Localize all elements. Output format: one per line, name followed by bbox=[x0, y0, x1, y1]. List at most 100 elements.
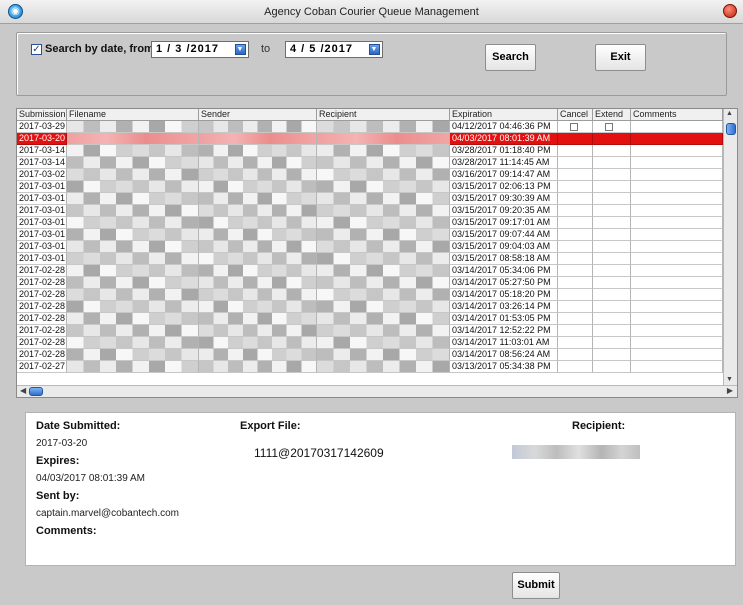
cancel-cell bbox=[558, 325, 593, 337]
table-row[interactable]: 2017-03-01 03/15/2017 02:06:13 PM bbox=[17, 181, 723, 193]
submission-cell: 2017-03-20 bbox=[17, 133, 67, 145]
table-row[interactable]: 2017-02-28 03/14/2017 01:53:05 PM bbox=[17, 313, 723, 325]
cancel-cell bbox=[558, 121, 593, 133]
extend-checkbox[interactable] bbox=[605, 123, 613, 131]
recipient-cell-redacted bbox=[317, 205, 450, 217]
sender-cell-redacted bbox=[199, 205, 317, 217]
search-button[interactable]: Search bbox=[485, 44, 536, 71]
search-by-date-checkbox[interactable]: ✓ bbox=[31, 44, 42, 55]
comments-cell[interactable] bbox=[631, 361, 723, 373]
column-header[interactable]: Filename bbox=[67, 109, 199, 121]
sender-cell-redacted bbox=[199, 241, 317, 253]
table-row[interactable]: 2017-03-29 04/12/2017 04:46:36 PM bbox=[17, 121, 723, 133]
from-date-picker[interactable]: 1 / 3 /2017 ▼ bbox=[151, 41, 249, 58]
extend-cell bbox=[593, 121, 631, 133]
scroll-thumb[interactable] bbox=[726, 123, 736, 135]
comments-cell[interactable] bbox=[631, 241, 723, 253]
submit-button[interactable]: Submit bbox=[512, 572, 560, 599]
table-row[interactable]: 2017-03-01 03/15/2017 09:17:01 AM bbox=[17, 217, 723, 229]
scroll-down-icon[interactable]: ▼ bbox=[726, 376, 733, 383]
sender-cell-redacted bbox=[199, 265, 317, 277]
scroll-right-icon[interactable]: ▶ bbox=[727, 386, 733, 395]
sender-cell-redacted bbox=[199, 193, 317, 205]
recipient-cell-redacted bbox=[317, 229, 450, 241]
comments-cell[interactable] bbox=[631, 289, 723, 301]
comments-cell[interactable] bbox=[631, 205, 723, 217]
submission-cell: 2017-03-01 bbox=[17, 217, 67, 229]
table-row[interactable]: 2017-03-01 03/15/2017 09:07:44 AM bbox=[17, 229, 723, 241]
table-row[interactable]: 2017-03-20 04/03/2017 08:01:39 AM bbox=[17, 133, 723, 145]
column-header[interactable]: Submission bbox=[17, 109, 67, 121]
recipient-cell-redacted bbox=[317, 145, 450, 157]
to-date-picker[interactable]: 4 / 5 /2017 ▼ bbox=[285, 41, 383, 58]
comments-cell[interactable] bbox=[631, 121, 723, 133]
column-header[interactable]: Recipient bbox=[317, 109, 450, 121]
vertical-scrollbar[interactable]: ▲ ▼ bbox=[723, 109, 737, 385]
table-row[interactable]: 2017-03-01 03/15/2017 09:04:03 AM bbox=[17, 241, 723, 253]
comments-cell[interactable] bbox=[631, 325, 723, 337]
comments-cell[interactable] bbox=[631, 337, 723, 349]
from-date-value: 1 / 3 /2017 bbox=[156, 43, 219, 55]
comments-cell[interactable] bbox=[631, 157, 723, 169]
table-row[interactable]: 2017-02-28 03/14/2017 05:34:06 PM bbox=[17, 265, 723, 277]
comments-cell[interactable] bbox=[631, 133, 723, 145]
sender-cell-redacted bbox=[199, 277, 317, 289]
horizontal-scrollbar[interactable]: ◀ ▶ bbox=[17, 385, 737, 397]
comments-cell[interactable] bbox=[631, 301, 723, 313]
comments-cell[interactable] bbox=[631, 265, 723, 277]
table-row[interactable]: 2017-03-01 03/15/2017 09:30:39 AM bbox=[17, 193, 723, 205]
table-row[interactable]: 2017-02-28 03/14/2017 08:56:24 AM bbox=[17, 349, 723, 361]
comments-cell[interactable] bbox=[631, 181, 723, 193]
queue-table[interactable]: Submission Filename Sender Recipient Expirat… bbox=[16, 108, 738, 398]
comments-cell[interactable] bbox=[631, 253, 723, 265]
column-header[interactable]: Sender bbox=[199, 109, 317, 121]
comments-cell[interactable] bbox=[631, 169, 723, 181]
cancel-cell bbox=[558, 181, 593, 193]
submission-cell: 2017-02-28 bbox=[17, 301, 67, 313]
table-row[interactable]: 2017-03-01 03/15/2017 09:20:35 AM bbox=[17, 205, 723, 217]
expiration-cell: 03/28/2017 11:14:45 AM bbox=[450, 157, 558, 169]
submission-cell: 2017-02-28 bbox=[17, 277, 67, 289]
cancel-cell bbox=[558, 217, 593, 229]
scroll-up-icon[interactable]: ▲ bbox=[726, 110, 733, 117]
table-row[interactable]: 2017-03-01 03/15/2017 08:58:18 AM bbox=[17, 253, 723, 265]
column-header[interactable]: Extend bbox=[593, 109, 631, 121]
to-date-value: 4 / 5 /2017 bbox=[290, 43, 353, 55]
exit-button[interactable]: Exit bbox=[595, 44, 646, 71]
cancel-checkbox[interactable] bbox=[570, 123, 578, 131]
scroll-thumb[interactable] bbox=[29, 387, 43, 396]
table-row[interactable]: 2017-02-28 03/14/2017 03:26:14 PM bbox=[17, 301, 723, 313]
table-row[interactable]: 2017-02-28 03/14/2017 05:18:20 PM bbox=[17, 289, 723, 301]
table-row[interactable]: 2017-02-28 03/14/2017 12:52:22 PM bbox=[17, 325, 723, 337]
close-window-button[interactable] bbox=[723, 4, 737, 18]
submission-cell: 2017-03-01 bbox=[17, 193, 67, 205]
table-row[interactable]: 2017-03-14 03/28/2017 11:14:45 AM bbox=[17, 157, 723, 169]
column-header[interactable]: Cancel bbox=[558, 109, 593, 121]
extend-cell bbox=[593, 253, 631, 265]
comments-cell[interactable] bbox=[631, 217, 723, 229]
table-row[interactable]: 2017-03-14 03/28/2017 01:18:40 PM bbox=[17, 145, 723, 157]
extend-cell bbox=[593, 337, 631, 349]
comments-cell[interactable] bbox=[631, 229, 723, 241]
column-header[interactable]: Comments bbox=[631, 109, 723, 121]
table-row[interactable]: 2017-02-28 03/14/2017 11:03:01 AM bbox=[17, 337, 723, 349]
submission-cell: 2017-03-01 bbox=[17, 181, 67, 193]
cancel-cell bbox=[558, 133, 593, 145]
recipient-cell-redacted bbox=[317, 169, 450, 181]
chevron-down-icon[interactable]: ▼ bbox=[369, 44, 380, 55]
expires-label: Expires: bbox=[36, 455, 80, 467]
comments-cell[interactable] bbox=[631, 145, 723, 157]
comments-cell[interactable] bbox=[631, 277, 723, 289]
comments-cell[interactable] bbox=[631, 313, 723, 325]
comments-cell[interactable] bbox=[631, 193, 723, 205]
table-row[interactable]: 2017-03-02 03/16/2017 09:14:47 AM bbox=[17, 169, 723, 181]
chevron-down-icon[interactable]: ▼ bbox=[235, 44, 246, 55]
scroll-left-icon[interactable]: ◀ bbox=[20, 386, 26, 395]
comments-cell[interactable] bbox=[631, 349, 723, 361]
recipient-cell-redacted bbox=[317, 277, 450, 289]
column-header[interactable]: Expiration bbox=[450, 109, 558, 121]
table-row[interactable]: 2017-02-27 03/13/2017 05:34:38 PM bbox=[17, 361, 723, 373]
table-row[interactable]: 2017-02-28 03/14/2017 05:27:50 PM bbox=[17, 277, 723, 289]
expiration-cell: 03/15/2017 09:30:39 AM bbox=[450, 193, 558, 205]
expiration-cell: 03/14/2017 03:26:14 PM bbox=[450, 301, 558, 313]
